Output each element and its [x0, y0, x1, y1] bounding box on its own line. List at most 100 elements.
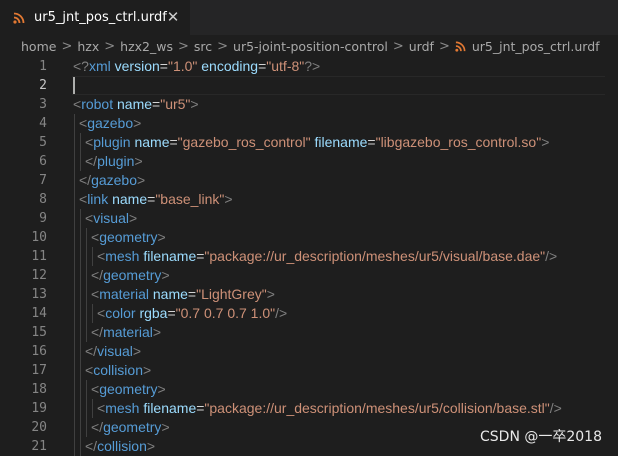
watermark: CSDN @一卒2018 [480, 429, 602, 445]
line-number[interactable]: 11 [1, 247, 47, 266]
editor-tab[interactable]: ur5_jnt_pos_ctrl.urdf ✕ [0, 0, 190, 35]
code-token-punct: > [137, 172, 146, 188]
code-token-tag: geometry [99, 229, 158, 245]
indent-guide [74, 152, 75, 171]
breadcrumb-hzx2-ws[interactable]: hzx2_ws [120, 39, 173, 54]
code-token-tag: color [105, 305, 136, 321]
code-line[interactable]: </plugin> [85, 152, 143, 171]
line-number-gutter[interactable]: 1 2 3 4 5 6 7 8 9 10 11 12 13 14 15 16 17 18 19 20 21 [0, 57, 50, 455]
line-number[interactable]: 19 [1, 399, 47, 418]
code-token-attr: version [114, 58, 160, 74]
line-number[interactable]: 1 [1, 57, 47, 76]
line-number[interactable]: 4 [1, 114, 47, 133]
line-number[interactable]: 16 [1, 342, 47, 361]
code-token-punct: <? [73, 58, 89, 74]
code-token-punct: > [190, 96, 199, 112]
breadcrumb-file[interactable]: ur5_jnt_pos_ctrl.urdf [472, 39, 600, 54]
line-number[interactable]: 13 [1, 285, 47, 304]
code-token-attr: encoding [201, 58, 259, 74]
line-number[interactable]: 9 [1, 209, 47, 228]
code-token-tag: material [103, 324, 153, 340]
indent-guide [86, 247, 87, 266]
code-line[interactable]: <mesh filename="package://ur_description… [97, 399, 562, 418]
breadcrumb-src[interactable]: src [194, 39, 212, 54]
code-token-tag: mesh [105, 400, 140, 416]
line-number[interactable]: 5 [1, 133, 47, 152]
code-line[interactable]: <geometry> [91, 228, 166, 247]
chevron-right-icon: > [177, 38, 189, 54]
indent-guide [86, 323, 87, 342]
code-line[interactable]: <visual> [85, 209, 137, 228]
indent-guide [80, 152, 81, 171]
line-number[interactable]: 20 [1, 418, 47, 437]
code-token-tag: robot [81, 96, 114, 112]
code-token-attr: name [152, 286, 188, 302]
indent-guide [80, 380, 81, 399]
code-token-tag: geometry [99, 381, 158, 397]
line-number[interactable]: 2 [1, 76, 47, 95]
code-token-text: = [169, 134, 178, 150]
line-number[interactable]: 21 [1, 437, 47, 456]
breadcrumb-urdf[interactable]: urdf [409, 39, 434, 54]
line-number[interactable]: 15 [1, 323, 47, 342]
code-line[interactable]: <plugin name="gazebo_ros_control" filena… [85, 133, 549, 152]
breadcrumb-package[interactable]: ur5-joint-position-control [233, 39, 388, 54]
code-line[interactable]: <material name="LightGrey"> [91, 285, 275, 304]
code-line[interactable]: <color rgba="0.7 0.7 0.7 1.0"/> [97, 304, 287, 323]
chevron-right-icon: > [61, 38, 73, 54]
breadcrumb-home[interactable]: home [21, 39, 56, 54]
code-line[interactable]: <gazebo> [79, 114, 141, 133]
line-number[interactable]: 3 [1, 95, 47, 114]
tab-bar: ur5_jnt_pos_ctrl.urdf ✕ [0, 0, 618, 35]
code-line[interactable]: </geometry> [91, 418, 170, 437]
indent-guide [74, 285, 75, 304]
code-token-punct: /> [545, 248, 558, 264]
indent-guide [74, 190, 75, 209]
code-token-punct: </ [91, 324, 104, 340]
line-number[interactable]: 8 [1, 190, 47, 209]
indent-guide [80, 323, 81, 342]
code-token-str: "0.7 0.7 0.7 1.0" [175, 305, 276, 321]
breadcrumb-hzx[interactable]: hzx [77, 39, 99, 54]
code-line[interactable]: <mesh filename="package://ur_description… [97, 247, 557, 266]
code-line[interactable]: </visual> [85, 342, 141, 361]
close-icon[interactable]: ✕ [164, 8, 182, 26]
code-token-punct: > [541, 134, 550, 150]
code-area[interactable]: <?xml version="1.0" encoding="utf-8"?> <r… [73, 57, 613, 456]
code-token-punct: ?> [304, 58, 321, 74]
code-token-punct: > [146, 438, 156, 454]
indent-guide [92, 304, 93, 323]
line-number[interactable]: 6 [1, 152, 47, 171]
code-line[interactable]: </geometry> [91, 266, 170, 285]
code-token-text: = [367, 134, 376, 150]
code-token-punct: < [91, 286, 100, 302]
code-token-tag: xml [88, 58, 111, 74]
line-number[interactable]: 18 [1, 380, 47, 399]
code-editor[interactable]: 1 2 3 4 5 6 7 8 9 10 11 12 13 14 15 16 17 18 19 20 21 <?xml … [0, 57, 618, 456]
code-line[interactable]: <link name="base_link"> [79, 190, 233, 209]
line-number[interactable]: 10 [1, 228, 47, 247]
code-token-punct: > [133, 115, 142, 131]
code-line[interactable]: </gazebo> [79, 171, 145, 190]
indent-guide [74, 304, 75, 323]
code-line[interactable]: <?xml version="1.0" encoding="utf-8"?> [73, 57, 320, 76]
indent-guide [86, 304, 87, 323]
indent-guide [74, 133, 75, 152]
code-token-punct: > [128, 210, 138, 226]
code-line[interactable]: <geometry> [91, 380, 166, 399]
line-number[interactable]: 17 [1, 361, 47, 380]
indent-guide [80, 418, 81, 437]
line-number[interactable]: 12 [1, 266, 47, 285]
line-number[interactable]: 7 [1, 171, 47, 190]
code-token-attr: rgba [139, 305, 168, 321]
line-number[interactable]: 14 [1, 304, 47, 323]
code-line[interactable]: <collision> [85, 361, 151, 380]
code-line[interactable]: </material> [91, 323, 161, 342]
indent-guide [80, 247, 81, 266]
code-token-punct: > [157, 381, 166, 397]
indent-guide [74, 380, 75, 399]
code-line[interactable]: <robot name="ur5"> [73, 95, 199, 114]
text-cursor [73, 77, 75, 94]
code-line[interactable]: </collision> [85, 437, 155, 456]
code-token-attr: name [117, 96, 153, 112]
